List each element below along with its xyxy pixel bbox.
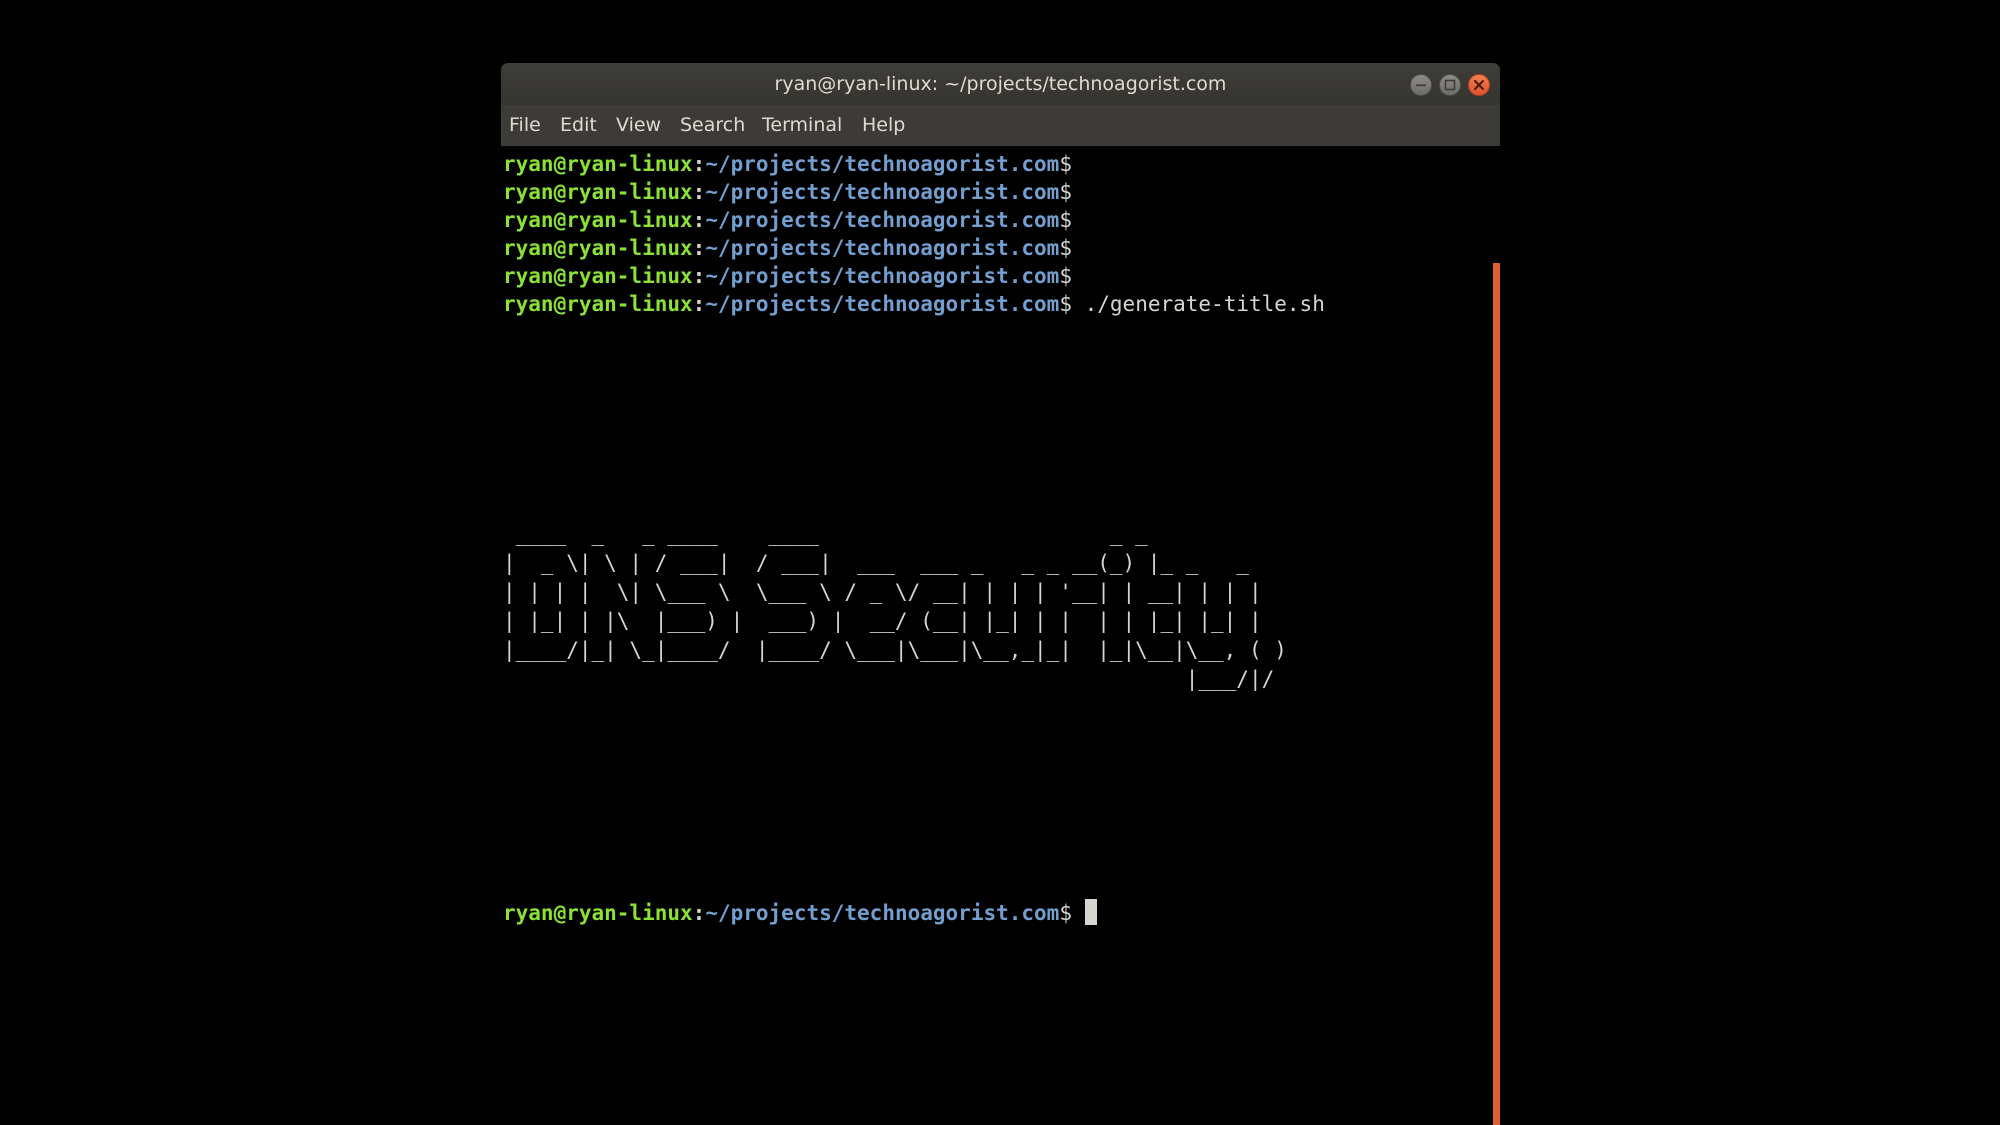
prompt-user: ryan@ryan-linux	[503, 901, 693, 925]
prompt-user: ryan@ryan-linux	[503, 152, 693, 176]
window-title: ryan@ryan-linux: ~/projects/technoagoris…	[774, 73, 1227, 95]
menu-edit[interactable]: Edit	[560, 105, 597, 146]
prompt-path: ~/projects/technoagorist.com	[705, 264, 1060, 288]
prompt-colon: :	[692, 264, 706, 288]
menu-view[interactable]: View	[616, 105, 661, 146]
prompt-symbol: $	[1059, 264, 1072, 288]
prompt-line: ryan@ryan-linux:~/projects/technoagorist…	[503, 206, 1072, 234]
prompt-path: ~/projects/technoagorist.com	[705, 152, 1060, 176]
prompt-line: ryan@ryan-linux:~/projects/technoagorist…	[503, 178, 1072, 206]
prompt-colon: :	[692, 152, 706, 176]
prompt-user: ryan@ryan-linux	[503, 264, 693, 288]
menu-search[interactable]: Search	[680, 105, 745, 146]
prompt-user: ryan@ryan-linux	[503, 208, 693, 232]
menu-file[interactable]: File	[509, 105, 541, 146]
menu-terminal[interactable]: Terminal	[762, 105, 842, 146]
ascii-art-title: ____ _ _ ____ ____ _ _ | _ \| \ | / ___|…	[503, 522, 1287, 691]
maximize-icon	[1444, 79, 1456, 91]
scrollbar[interactable]	[1493, 263, 1500, 1125]
command-line: ryan@ryan-linux:~/projects/technoagorist…	[503, 290, 1325, 318]
close-icon	[1474, 80, 1484, 90]
prompt-path: ~/projects/technoagorist.com	[705, 901, 1060, 925]
prompt-colon: :	[692, 292, 706, 316]
active-prompt-line: ryan@ryan-linux:~/projects/technoagorist…	[503, 899, 1097, 927]
prompt-colon: :	[692, 180, 706, 204]
prompt-user: ryan@ryan-linux	[503, 180, 693, 204]
title-bar[interactable]: ryan@ryan-linux: ~/projects/technoagoris…	[501, 63, 1500, 105]
command-text: ./generate-title.sh	[1071, 292, 1325, 316]
maximize-button[interactable]	[1439, 74, 1461, 96]
menu-help[interactable]: Help	[862, 105, 905, 146]
prompt-symbol: $	[1059, 236, 1072, 260]
minimize-icon	[1416, 84, 1426, 87]
terminal-window: ryan@ryan-linux: ~/projects/technoagoris…	[501, 63, 1500, 1125]
prompt-line: ryan@ryan-linux:~/projects/technoagorist…	[503, 150, 1072, 178]
prompt-colon: :	[692, 236, 706, 260]
prompt-line: ryan@ryan-linux:~/projects/technoagorist…	[503, 262, 1072, 290]
menu-bar: File Edit View Search Terminal Help	[501, 105, 1500, 146]
prompt-symbol: $	[1059, 180, 1072, 204]
prompt-path: ~/projects/technoagorist.com	[705, 236, 1060, 260]
prompt-colon: :	[692, 901, 706, 925]
minimize-button[interactable]	[1410, 74, 1432, 96]
prompt-user: ryan@ryan-linux	[503, 236, 693, 260]
prompt-path: ~/projects/technoagorist.com	[705, 208, 1060, 232]
prompt-path: ~/projects/technoagorist.com	[705, 292, 1060, 316]
close-button[interactable]	[1468, 74, 1490, 96]
terminal-output[interactable]: ryan@ryan-linux:~/projects/technoagorist…	[501, 146, 1500, 1063]
prompt-symbol: $	[1059, 152, 1072, 176]
prompt-path: ~/projects/technoagorist.com	[705, 180, 1060, 204]
text-cursor	[1084, 899, 1097, 925]
prompt-symbol: $	[1059, 901, 1072, 925]
prompt-colon: :	[692, 208, 706, 232]
prompt-symbol: $	[1059, 292, 1072, 316]
prompt-line: ryan@ryan-linux:~/projects/technoagorist…	[503, 234, 1072, 262]
prompt-user: ryan@ryan-linux	[503, 292, 693, 316]
prompt-symbol: $	[1059, 208, 1072, 232]
